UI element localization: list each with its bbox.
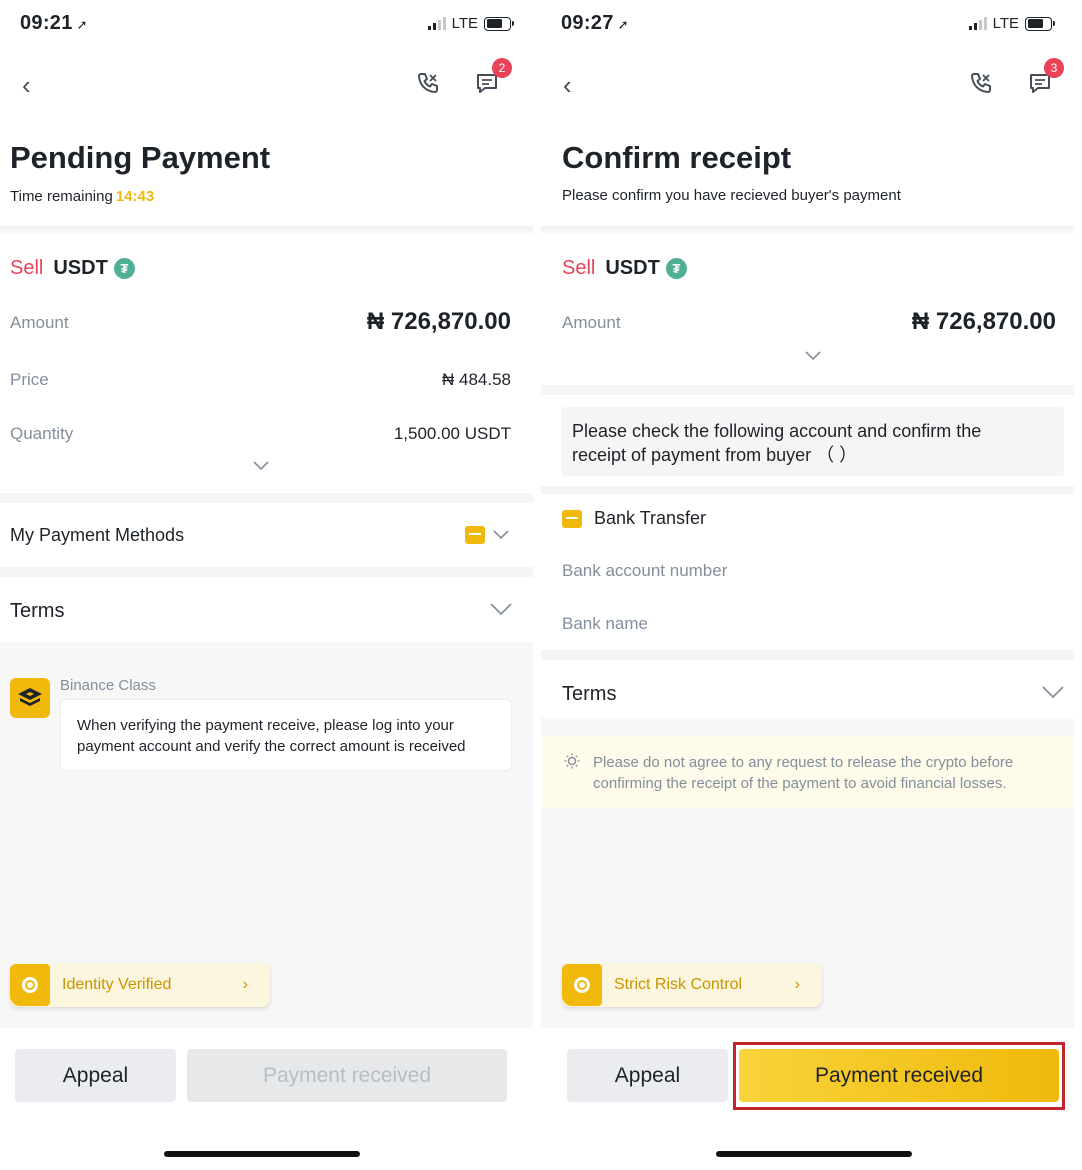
payment-methods-label[interactable]: My Payment Methods [10,525,184,546]
chevron-down-icon[interactable] [492,529,510,541]
lightbulb-icon [564,753,580,769]
appeal-button[interactable]: Appeal [15,1049,176,1102]
battery-icon [1025,16,1055,31]
amount-label: Amount [10,313,69,332]
quantity-label: Quantity [10,424,74,443]
appeal-button[interactable]: Appeal [567,1049,728,1102]
section-divider [0,567,533,577]
warning-text: Please do not agree to any request to re… [593,754,1014,792]
home-indicator [716,1151,912,1157]
shield-icon [10,964,50,1006]
order-side-row: Sell USDT ₮ [562,257,687,280]
payment-received-button[interactable]: Payment received [739,1049,1059,1102]
back-icon[interactable]: ‹ [563,70,572,101]
strict-risk-control-badge[interactable]: Strict Risk Control › [562,963,822,1007]
binance-class-name: Binance Class [60,677,156,694]
confirm-notice: Please check the following account and c… [561,407,1064,476]
status-indicators: LTE [427,15,514,32]
order-asset: USDT [605,257,660,279]
page-subtitle: Please confirm you have recieved buyer's… [562,187,901,204]
section-divider [541,226,1074,234]
status-indicators: LTE [968,15,1055,32]
bank-card-icon [562,510,582,528]
pending-payment-screen: 09:21 ➚ LTE ‹ 2 Pending Payment Time rema… [0,0,533,1170]
quantity-value: 1,500.00 USDT [393,424,511,443]
expand-chevron-icon[interactable] [804,350,822,362]
location-arrow-icon: ➚ [617,17,629,32]
chevron-down-icon[interactable] [489,602,513,617]
amount-value: ₦ 726,870.00 [366,308,511,335]
shield-icon [562,964,602,1006]
section-divider [541,385,1074,395]
chat-badge: 2 [492,58,512,78]
network-label: LTE [451,15,478,32]
bank-account-label: Bank account number [562,561,728,580]
chat-badge: 3 [1044,58,1064,78]
signal-icon [427,17,446,30]
tether-icon: ₮ [665,258,687,279]
price-value: ₦ 484.58 [442,370,511,389]
amount-label: Amount [562,313,621,332]
amount-value: ₦ 726,870.00 [911,308,1056,335]
binance-class-message: When verifying the payment receive, plea… [60,699,512,771]
order-asset: USDT [53,257,108,279]
chevron-down-icon[interactable] [1041,685,1065,700]
confirm-receipt-screen: 09:27 ➚ LTE ‹ 3 Confirm receipt Please co… [541,0,1074,1170]
notice-line-1: Please check the following account and c… [572,421,982,441]
chevron-right-icon: › [242,976,248,993]
chevron-right-icon: › [794,976,800,993]
phone-icon[interactable] [415,70,441,96]
order-side: Sell [562,257,596,279]
payment-method-name: Bank Transfer [594,508,707,528]
card-icon [465,526,485,544]
identity-verified-label: Identity Verified [62,976,172,993]
countdown-timer: 14:43 [115,188,155,205]
phone-icon[interactable] [968,70,994,96]
binance-class-logo [10,678,50,718]
price-label: Price [10,370,49,389]
status-time: 09:21 ➚ [20,12,88,34]
battery-icon [484,16,514,31]
expand-chevron-icon[interactable] [252,460,270,472]
notice-line-2: receipt of payment from buyer （ ） [572,445,858,465]
section-divider [541,486,1074,494]
terms-label[interactable]: Terms [562,683,616,706]
location-arrow-icon: ➚ [76,17,88,32]
identity-verified-badge[interactable]: Identity Verified › [10,963,270,1007]
page-title: Pending Payment [10,140,271,175]
page-title: Confirm receipt [562,140,792,175]
screen-gap [533,0,541,1170]
section-divider [0,226,533,234]
section-divider [0,493,533,503]
home-indicator [164,1151,360,1157]
order-side: Sell [10,257,44,279]
order-side-row: Sell USDT ₮ [10,257,135,280]
tether-icon: ₮ [113,258,135,279]
time-remaining: Time remaining 14:43 [10,188,155,205]
status-time: 09:27 ➚ [561,12,629,34]
terms-label[interactable]: Terms [10,600,64,623]
signal-icon [968,17,987,30]
section-divider [541,650,1074,660]
strict-risk-control-label: Strict Risk Control [614,976,743,993]
bank-name-label: Bank name [562,614,648,633]
back-icon[interactable]: ‹ [22,70,31,101]
payment-received-button[interactable]: Payment received [187,1049,507,1102]
warning-banner: Please do not agree to any request to re… [541,736,1074,808]
network-label: LTE [992,15,1019,32]
